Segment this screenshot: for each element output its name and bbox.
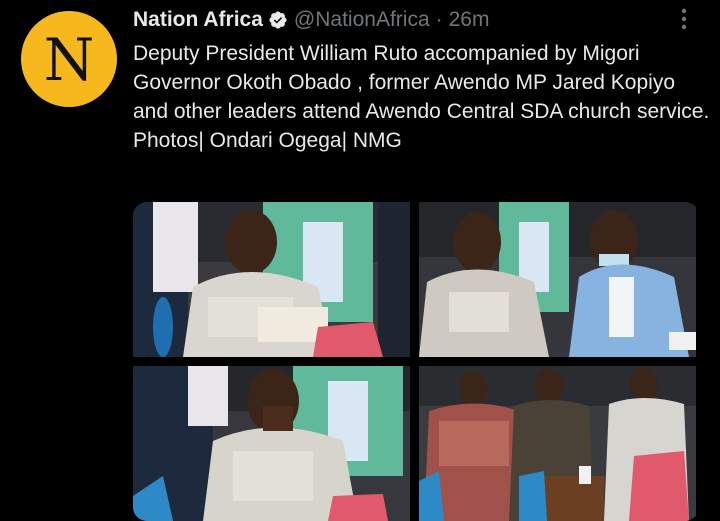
tweet-header: Nation Africa @NationAfrica · 26m — [133, 5, 489, 35]
photo-ruto-with-governor[interactable] — [419, 202, 696, 357]
account-handle[interactable]: @NationAfrica — [294, 8, 430, 32]
photo-ruto-praying[interactable] — [133, 366, 410, 521]
avatar[interactable]: N — [21, 11, 117, 107]
avatar-logo-letter: N — [43, 26, 95, 94]
separator-dot: · — [435, 8, 443, 31]
photo-ruto-reading-bible[interactable] — [133, 202, 410, 357]
tweet[interactable]: N Nation Africa @NationAfrica · 26m Depu… — [0, 0, 720, 521]
media-grid — [133, 202, 699, 521]
display-name[interactable]: Nation Africa — [133, 8, 263, 32]
more-options-icon[interactable] — [676, 7, 692, 33]
verified-badge-icon — [269, 11, 287, 29]
tweet-body: Deputy President William Ruto accompanie… — [133, 42, 710, 123]
photo-church-congregation[interactable] — [419, 366, 696, 521]
timestamp[interactable]: 26m — [449, 8, 490, 32]
tweet-text: Deputy President William Ruto accompanie… — [133, 39, 715, 155]
photo-credit: Photos| Ondari Ogega| NMG — [133, 129, 402, 152]
